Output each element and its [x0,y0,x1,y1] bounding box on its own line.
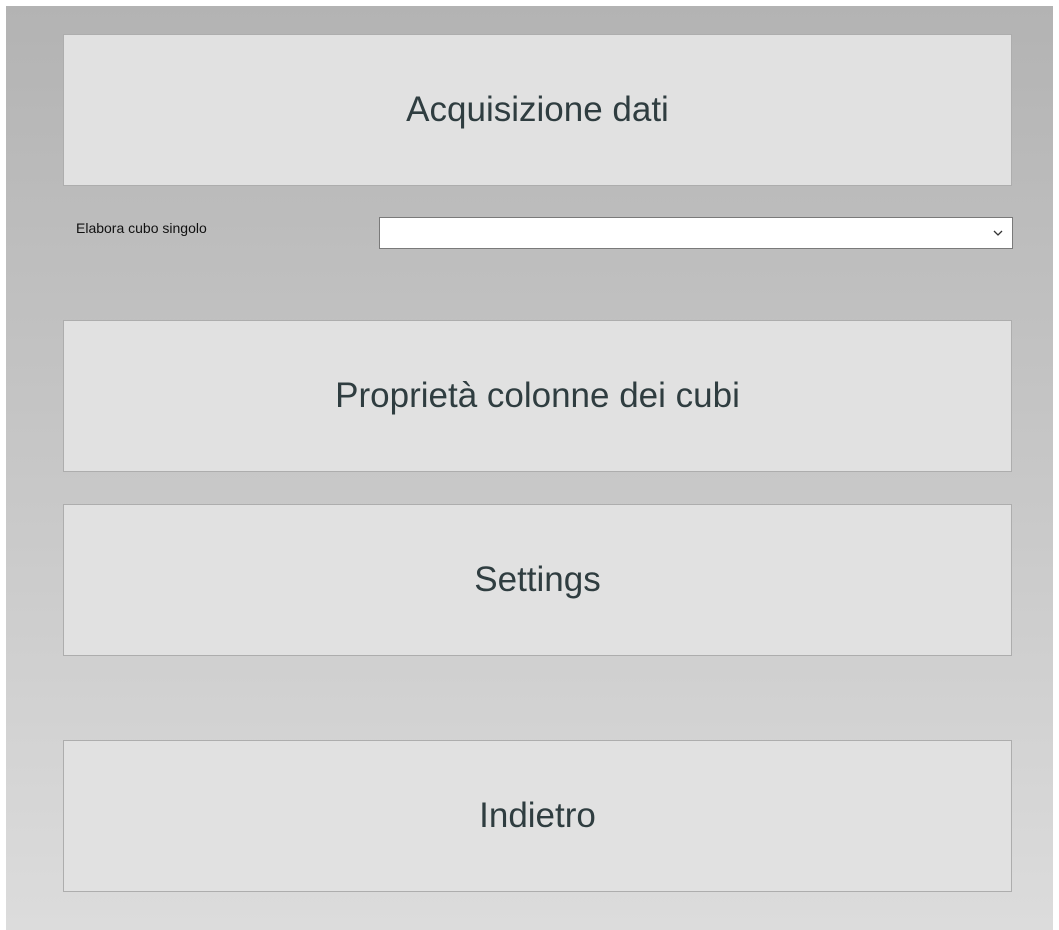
main-panel: Acquisizione dati Elabora cubo singolo P… [6,6,1053,930]
indietro-button[interactable]: Indietro [63,740,1012,892]
chevron-down-icon [993,230,1003,236]
cube-select[interactable] [379,217,1013,249]
proprieta-colonne-button[interactable]: Proprietà colonne dei cubi [63,320,1012,472]
acquisizione-dati-button[interactable]: Acquisizione dati [63,34,1012,186]
settings-button[interactable]: Settings [63,504,1012,656]
elabora-cubo-singolo-label: Elabora cubo singolo [76,220,207,236]
